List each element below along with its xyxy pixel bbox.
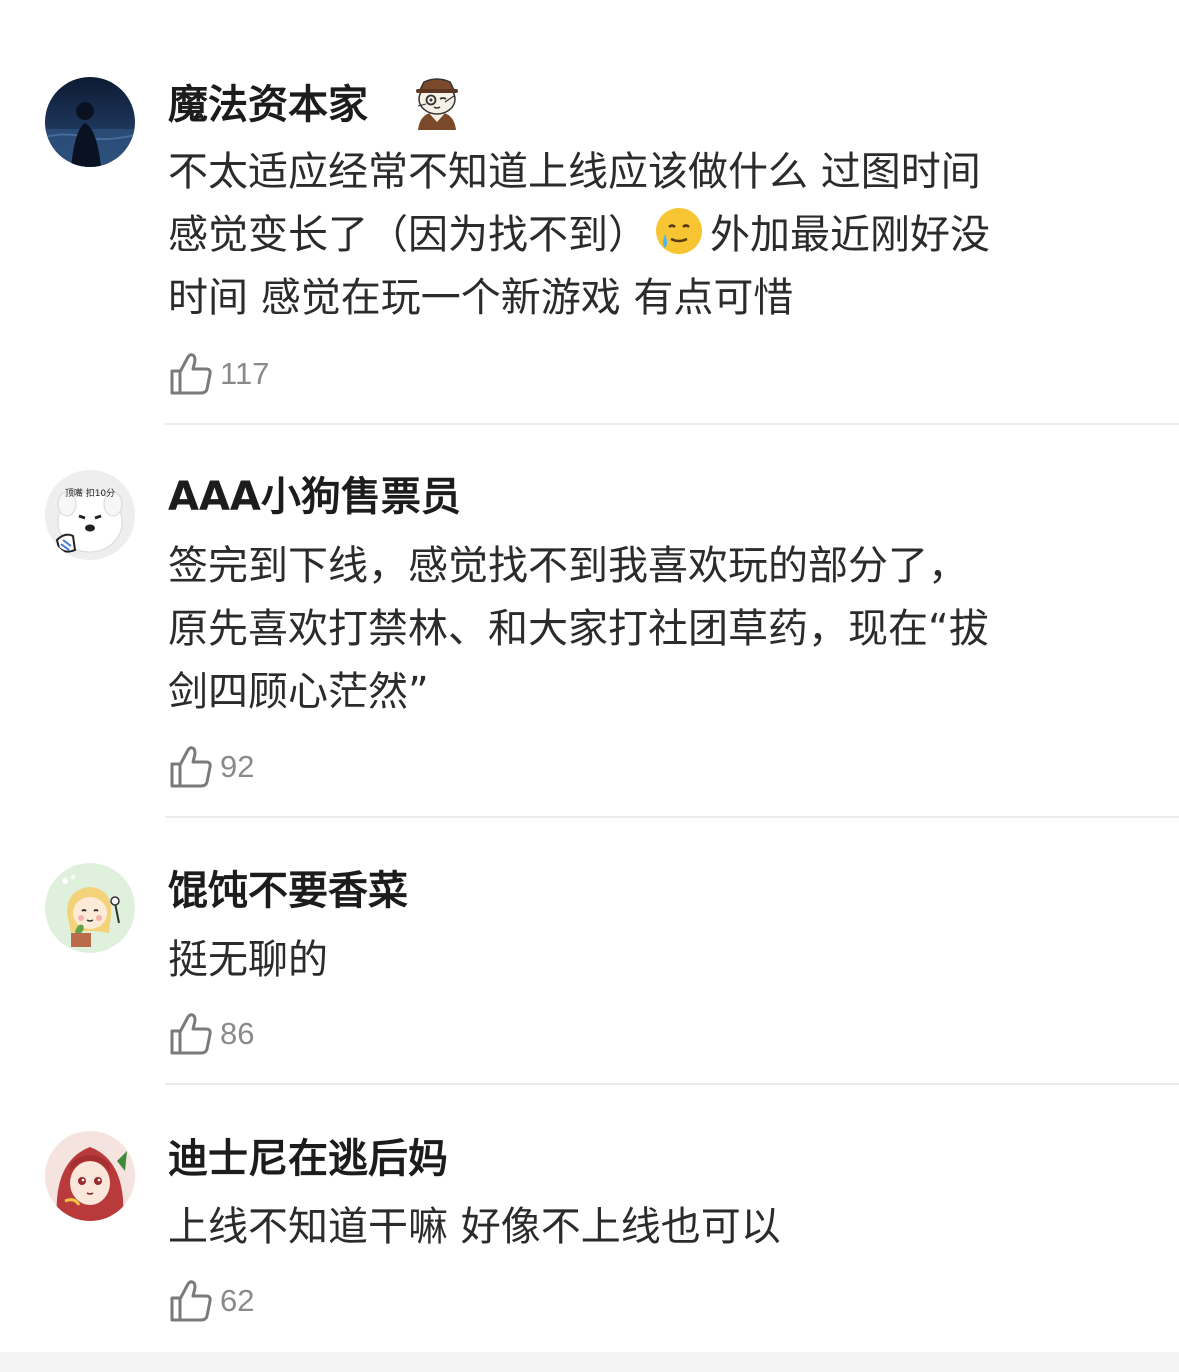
crying-smile-emoji-icon: [654, 206, 704, 256]
comment-line: 原先喜欢打禁林、和大家打社团草药，现在“拔: [168, 606, 989, 652]
thumbs-up-icon: [170, 1280, 212, 1322]
avatar[interactable]: [45, 863, 135, 953]
bottom-bar: [0, 1352, 1179, 1372]
like-count: 117: [220, 356, 270, 391]
like-count: 86: [220, 1016, 255, 1051]
comment-text-segment: 感觉变长了（因为找不到）: [168, 212, 648, 258]
avatar[interactable]: [45, 77, 135, 167]
avatar-caption: 顶嘴 扣10分: [65, 487, 115, 499]
divider: [165, 816, 1179, 818]
avatar[interactable]: 顶嘴 扣10分: [45, 470, 135, 560]
detective-cat-badge-icon: [410, 72, 464, 134]
comment-line: 挺无聊的: [168, 937, 328, 983]
comment-line: 感觉变长了（因为找不到） 外加最近刚好没: [168, 204, 1128, 267]
comment-text: 签完到下线，感觉找不到我喜欢玩的部分了， 原先喜欢打禁林、和大家打社团草药，现在…: [168, 535, 1128, 724]
comment-line: 时间 感觉在玩一个新游戏 有点可惜: [168, 275, 794, 321]
avatar[interactable]: [45, 1131, 135, 1221]
avatar-dog-image: 顶嘴 扣10分: [45, 470, 135, 560]
comment-text: 上线不知道干嘛 好像不上线也可以: [168, 1196, 1128, 1259]
like-count: 92: [220, 749, 255, 784]
comment-text: 挺无聊的: [168, 929, 1128, 992]
like-button[interactable]: 86: [168, 1010, 254, 1058]
like-button[interactable]: 62: [168, 1277, 254, 1325]
username[interactable]: 馄饨不要香菜: [168, 866, 408, 916]
thumbs-up-icon: [170, 1013, 212, 1055]
like-button[interactable]: 117: [168, 350, 269, 398]
username[interactable]: 魔法资本家: [168, 80, 368, 130]
comment-line: 不太适应经常不知道上线应该做什么 过图时间: [168, 149, 981, 195]
comment-line: 剑四顾心茫然”: [168, 669, 429, 715]
comment-text-segment: 外加最近刚好没: [710, 212, 990, 258]
thumbs-up-icon: [170, 353, 212, 395]
divider: [165, 423, 1179, 425]
thumbs-up-icon: [170, 746, 212, 788]
avatar-red-hair-girl-image: [45, 1131, 135, 1221]
divider: [165, 1083, 1179, 1085]
avatar-night-sea-image: [45, 77, 135, 167]
comment-line: 签完到下线，感觉找不到我喜欢玩的部分了，: [168, 543, 968, 589]
like-button[interactable]: 92: [168, 743, 254, 791]
like-count: 62: [220, 1283, 255, 1318]
avatar-illustrated-girl-image: [45, 863, 135, 953]
comment-line: 上线不知道干嘛 好像不上线也可以: [168, 1204, 781, 1250]
username[interactable]: AAA小狗售票员: [168, 472, 461, 522]
username[interactable]: 迪士尼在逃后妈: [168, 1134, 448, 1184]
comment-text: 不太适应经常不知道上线应该做什么 过图时间 感觉变长了（因为找不到） 外加最近刚好…: [168, 141, 1128, 330]
